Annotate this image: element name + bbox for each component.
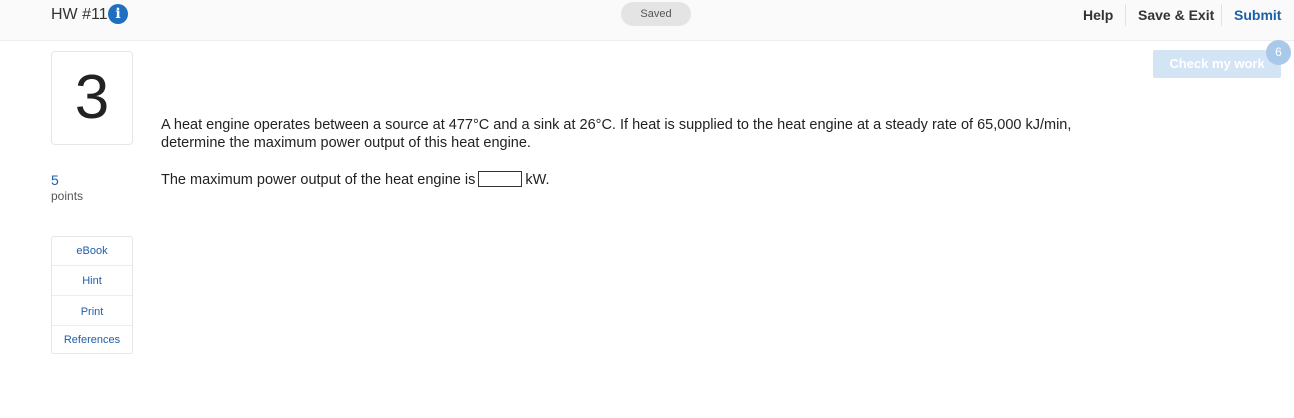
top-bar: HW #11 i Saved Help Save & Exit Submit [0,0,1294,41]
save-status-badge: Saved [621,2,691,26]
tool-divider [52,265,132,266]
assignment-title: HW #11 [51,6,108,23]
answer-unit: kW. [525,172,550,188]
question-tools: eBook Hint Print References [51,236,133,354]
points-value: 5 [51,172,59,188]
attempts-remaining-badge: 6 [1266,40,1291,65]
help-link[interactable]: Help [1083,6,1113,24]
submit-link[interactable]: Submit [1234,6,1281,24]
info-icon[interactable]: i [108,4,128,24]
answer-input[interactable] [478,171,523,188]
references-link[interactable]: References [52,333,132,347]
hint-link[interactable]: Hint [52,274,132,288]
tool-divider [52,325,132,326]
print-link[interactable]: Print [52,305,132,319]
nav-divider [1125,4,1126,26]
points-label: points [51,189,84,203]
question-number: 3 [74,63,110,132]
tool-divider [52,295,132,296]
answer-line: The maximum power output of the heat eng… [161,171,550,191]
check-my-work-button[interactable]: Check my work [1153,50,1281,78]
ebook-link[interactable]: eBook [52,244,132,258]
question-text: A heat engine operates between a source … [161,117,1072,151]
save-exit-link[interactable]: Save & Exit [1138,6,1214,24]
answer-prefix: The maximum power output of the heat eng… [161,172,476,188]
question-number-box: 3 [51,51,133,145]
nav-divider [1221,4,1222,26]
